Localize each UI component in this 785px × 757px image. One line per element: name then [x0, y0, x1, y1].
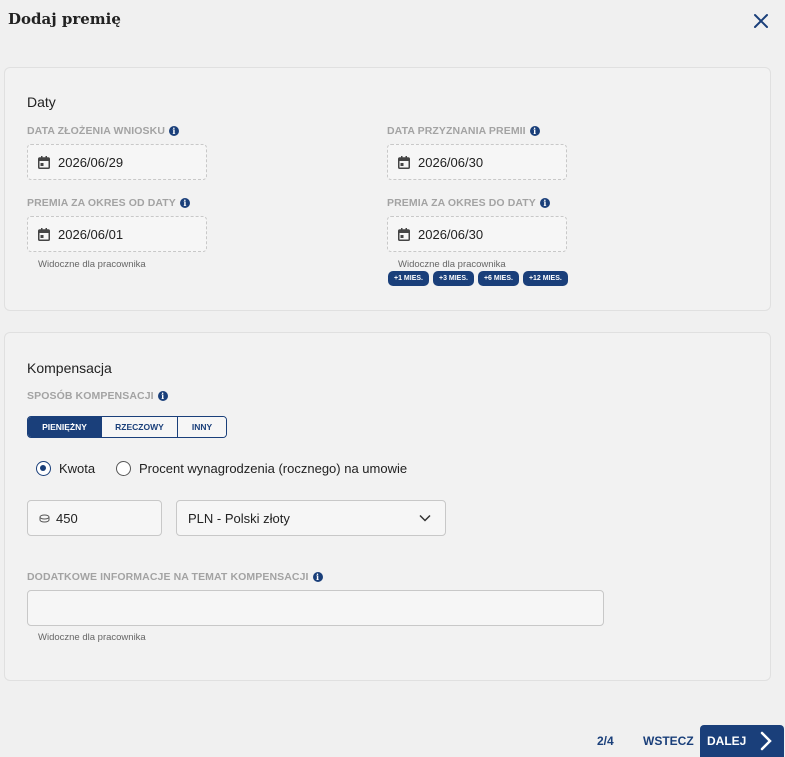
submission-date-label: DATA ZŁOŻENIA WNIOSKU i: [27, 125, 179, 137]
chip-plus-1-month[interactable]: +1 MIES.: [388, 271, 429, 286]
info-icon[interactable]: i: [312, 572, 323, 582]
radio-amount-label: Kwota: [59, 461, 96, 476]
extra-info-hint: Widoczne dla pracownika: [38, 632, 146, 643]
granted-date-label: DATA PRZYZNANIA PREMII i: [387, 125, 540, 137]
amount-input[interactable]: 450: [27, 500, 162, 536]
dates-card: Daty DATA ZŁOŻENIA WNIOSKU i 2026/06/29 …: [4, 67, 771, 311]
chip-plus-6-months[interactable]: +6 MIES.: [477, 271, 519, 286]
radio-amount[interactable]: Kwota: [36, 461, 95, 476]
period-to-label: PREMIA ZA OKRES DO DATY i: [387, 197, 550, 209]
dates-section-title: Daty: [27, 94, 56, 110]
quick-range-chips: +1 MIES. +3 MIES. +6 MIES. +12 MIES.: [388, 271, 568, 286]
calendar-icon: [38, 227, 50, 241]
method-in-kind-button[interactable]: RZECZOWY: [101, 417, 177, 437]
calendar-icon: [398, 227, 410, 241]
currency-value: PLN - Polski złoty: [188, 510, 290, 526]
chip-plus-3-months[interactable]: +3 MIES.: [432, 271, 474, 286]
calendar-icon: [398, 155, 410, 169]
extra-info-label-text: DODATKOWE INFORMACJE NA TEMAT KOMPENSACJ…: [27, 571, 309, 583]
method-cash-button[interactable]: PIENIĘŻNY: [28, 417, 101, 437]
period-to-value: 2026/06/30: [418, 226, 484, 242]
period-from-hint: Widoczne dla pracownika: [38, 259, 146, 270]
info-icon[interactable]: i: [169, 126, 179, 136]
compensation-card: Kompensacja SPOSÓB KOMPENSACJI i PIENIĘŻ…: [4, 332, 771, 681]
granted-date-value: 2026/06/30: [418, 154, 484, 170]
info-icon[interactable]: i: [529, 126, 540, 136]
compensation-section-title: Kompensacja: [27, 360, 112, 376]
dialog-title: Dodaj premię: [8, 10, 121, 28]
radio-unselected-icon: [116, 461, 131, 476]
compensation-method-label: SPOSÓB KOMPENSACJI i: [27, 390, 168, 402]
extra-info-input[interactable]: [27, 590, 604, 626]
currency-select[interactable]: PLN - Polski złoty: [176, 500, 446, 536]
period-to-field[interactable]: 2026/06/30: [387, 216, 567, 252]
compensation-method-toggle: PIENIĘŻNY RZECZOWY INNY: [27, 416, 227, 438]
info-icon[interactable]: i: [157, 391, 168, 401]
radio-percent[interactable]: Procent wynagrodzenia (rocznego) na umow…: [116, 461, 407, 476]
period-from-value: 2026/06/01: [58, 226, 124, 242]
method-other-button[interactable]: INNY: [177, 417, 226, 437]
back-button[interactable]: WSTECZ: [643, 734, 694, 748]
submission-date-field[interactable]: 2026/06/29: [27, 144, 207, 180]
extra-info-label: DODATKOWE INFORMACJE NA TEMAT KOMPENSACJ…: [27, 571, 323, 583]
radio-selected-icon: [36, 461, 51, 476]
period-from-label-text: PREMIA ZA OKRES OD DATY: [27, 197, 176, 209]
info-icon[interactable]: i: [179, 198, 190, 208]
submission-date-label-text: DATA ZŁOŻENIA WNIOSKU: [27, 125, 165, 137]
period-from-label: PREMIA ZA OKRES OD DATY i: [27, 197, 190, 209]
granted-date-field[interactable]: 2026/06/30: [387, 144, 567, 180]
next-button-label: DALEJ: [707, 734, 747, 748]
amount-value: 450: [56, 510, 78, 526]
info-icon[interactable]: i: [539, 198, 550, 208]
close-icon[interactable]: [750, 10, 772, 32]
submission-date-value: 2026/06/29: [58, 154, 124, 170]
compensation-method-label-text: SPOSÓB KOMPENSACJI: [27, 390, 154, 402]
calendar-icon: [38, 155, 50, 169]
chevron-right-icon: [761, 731, 773, 751]
period-to-hint: Widoczne dla pracownika: [398, 259, 506, 270]
chip-plus-12-months[interactable]: +12 MIES.: [522, 271, 568, 286]
next-button[interactable]: DALEJ: [700, 725, 784, 757]
granted-date-label-text: DATA PRZYZNANIA PREMII: [387, 125, 526, 137]
coins-icon: [39, 514, 50, 523]
chevron-down-icon: [419, 514, 431, 522]
step-indicator: 2/4: [597, 734, 614, 748]
radio-percent-label: Procent wynagrodzenia (rocznego) na umow…: [139, 461, 408, 476]
period-to-label-text: PREMIA ZA OKRES DO DATY: [387, 197, 536, 209]
period-from-field[interactable]: 2026/06/01: [27, 216, 207, 252]
